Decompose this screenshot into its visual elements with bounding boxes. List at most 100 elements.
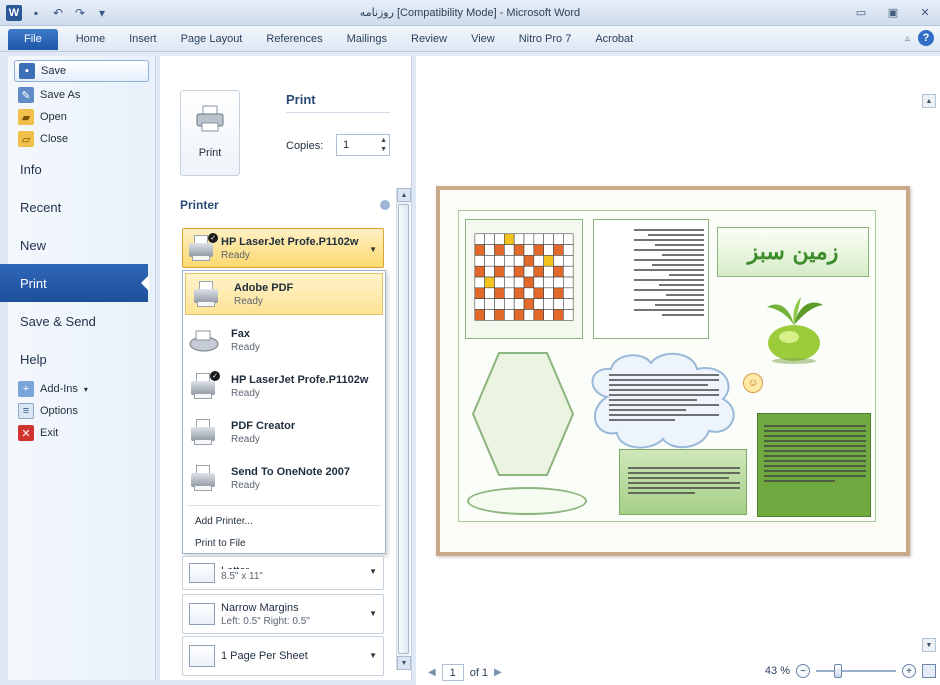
copies-spinner[interactable]: ▲ ▼ (380, 136, 387, 154)
tab-view[interactable]: View (459, 29, 507, 50)
nav-help[interactable]: Help (8, 340, 155, 378)
margins-select[interactable]: Narrow Margins Left: 0.5" Right: 0.5" ▼ (182, 594, 384, 634)
backstage-nav: ▪ Save ✎ Save As ▰ Open ▱ Close Info Rec… (0, 56, 156, 680)
zoom-in-icon[interactable]: + (902, 664, 916, 678)
printer-option[interactable]: Adobe PDF Ready (185, 273, 383, 315)
text-lines (634, 226, 704, 319)
grid-cell (484, 244, 495, 256)
page-number-input[interactable]: 1 (441, 664, 464, 681)
tab-page-layout[interactable]: Page Layout (169, 29, 255, 50)
printer-option-status: Ready (231, 433, 260, 445)
grid-cell (523, 265, 535, 278)
scroll-up-icon[interactable]: ▲ (397, 188, 411, 202)
print-preview: زمین سبز ☺ ▲ ▼ ◀ 1 of 1 ▶ 43 % − + (416, 56, 940, 685)
scroll-down-icon[interactable]: ▼ (397, 656, 411, 670)
document-title-banner: زمین سبز (717, 227, 869, 277)
crossword-grid (465, 219, 583, 339)
nav-print[interactable]: Print (0, 264, 149, 302)
dropdown-divider (187, 505, 381, 506)
zoom-to-page-icon[interactable] (922, 664, 936, 678)
page-size-icon (189, 563, 215, 583)
tab-file[interactable]: File (8, 29, 58, 50)
zoom-slider[interactable] (816, 664, 896, 678)
grid-cell (563, 265, 574, 278)
printer-option[interactable]: ✓ HP LaserJet Profe.P1102w Ready (183, 363, 385, 409)
info-icon[interactable] (380, 200, 390, 210)
close-icon[interactable]: ✕ (916, 3, 934, 21)
help-icon[interactable]: ? (918, 30, 934, 46)
add-ins-icon: + (18, 381, 34, 397)
paper-size-select[interactable]: Letter 8.5" x 11" ▼ (182, 556, 384, 590)
tab-acrobat[interactable]: Acrobat (583, 29, 645, 50)
print-button[interactable]: Print (180, 90, 240, 176)
grid-cell (523, 244, 535, 256)
grid-cell (474, 255, 485, 267)
nav-save-send[interactable]: Save & Send (8, 302, 155, 340)
printer-option[interactable]: Fax Ready (183, 317, 385, 363)
tab-insert[interactable]: Insert (117, 29, 169, 50)
nav-add-ins[interactable]: + Add-Ins ▾ (8, 378, 155, 400)
grid-cell (543, 244, 554, 256)
tab-references[interactable]: References (254, 29, 334, 50)
scroll-down-icon[interactable]: ▼ (922, 638, 936, 652)
print-to-file-option[interactable]: Print to File (183, 532, 385, 554)
grid-cell (494, 298, 505, 310)
grid-cell (504, 287, 515, 299)
printer-option[interactable]: PDF Creator Ready (183, 409, 385, 455)
add-printer-link[interactable]: Add Printer... (183, 510, 385, 532)
zoom-slider-thumb[interactable] (834, 664, 842, 678)
scroll-up-icon[interactable]: ▲ (922, 94, 936, 108)
grid-cell (543, 276, 554, 289)
nav-options[interactable]: ≡ Options (8, 400, 155, 422)
chevron-down-icon: ▼ (369, 567, 377, 576)
nav-info[interactable]: Info (8, 150, 155, 188)
maximize-icon[interactable]: ▣ (884, 3, 902, 21)
nav-close[interactable]: ▱ Close (8, 128, 155, 150)
nav-save[interactable]: ▪ Save (14, 60, 149, 82)
exit-icon: ✕ (18, 425, 34, 441)
nav-open[interactable]: ▰ Open (8, 106, 155, 128)
copies-input[interactable]: 1 ▲ ▼ (336, 134, 390, 156)
tab-review[interactable]: Review (399, 29, 459, 50)
printer-option-name: Send To OneNote 2007 (231, 465, 350, 478)
selected-printer-name: HP LaserJet Profe.P1102w (221, 235, 359, 248)
grid-cell (553, 309, 564, 321)
zoom-out-icon[interactable]: − (796, 664, 810, 678)
nav-save-as[interactable]: ✎ Save As (8, 84, 155, 106)
printer-select[interactable]: ✓ HP LaserJet Profe.P1102w Ready ▼ (182, 228, 384, 268)
nav-recent[interactable]: Recent (8, 188, 155, 226)
nav-new[interactable]: New (8, 226, 155, 264)
previous-page-icon[interactable]: ◀ (428, 667, 436, 678)
preview-scrollbar[interactable]: ▲ ▼ (922, 56, 936, 656)
grid-cell (553, 233, 564, 245)
scroll-thumb[interactable] (398, 204, 409, 654)
grid-cell (513, 255, 525, 267)
grid-cell (533, 287, 544, 299)
printer-option-status: Ready (234, 295, 263, 307)
printer-icon (189, 463, 219, 493)
tab-mailings[interactable]: Mailings (335, 29, 399, 50)
nav-exit[interactable]: ✕ Exit (8, 422, 155, 444)
grid-cell (543, 255, 554, 267)
print-divider (286, 112, 390, 113)
grid-cell (533, 255, 544, 267)
oval-shape (467, 487, 587, 515)
spin-up-icon[interactable]: ▲ (380, 136, 387, 145)
tab-nitro-pro[interactable]: Nitro Pro 7 (507, 29, 584, 50)
settings-scrollbar[interactable]: ▲ ▼ (396, 188, 411, 670)
spin-down-icon[interactable]: ▼ (380, 145, 387, 154)
grid-cell (474, 287, 485, 299)
grid-cell (494, 255, 505, 267)
zoom-level[interactable]: 43 % (765, 665, 790, 677)
pages-per-sheet-select[interactable]: 1 Page Per Sheet ▼ (182, 636, 384, 676)
grid-cell (513, 309, 525, 321)
printer-option-name: PDF Creator (231, 419, 296, 432)
tab-home[interactable]: Home (64, 29, 117, 50)
printer-option-status: Ready (231, 479, 260, 491)
grid-cell (474, 309, 485, 321)
grid-cell (504, 298, 515, 310)
next-page-icon[interactable]: ▶ (494, 667, 502, 678)
collapse-ribbon-icon[interactable]: ▵ (905, 33, 910, 44)
minimize-icon[interactable]: ▭ (852, 3, 870, 21)
printer-option[interactable]: Send To OneNote 2007 Ready (183, 455, 385, 501)
